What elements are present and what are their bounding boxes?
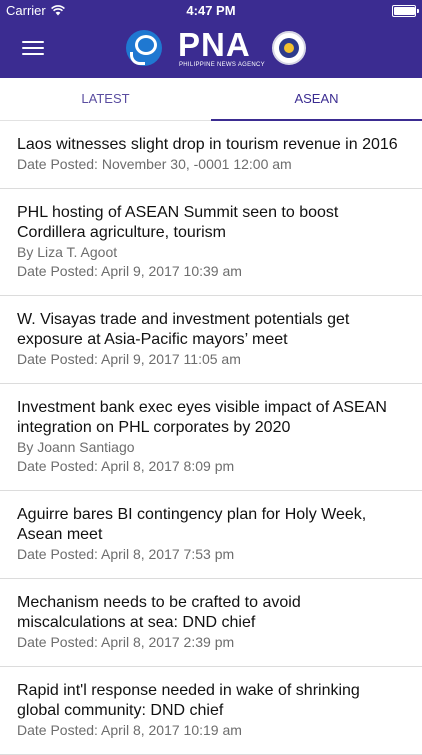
battery-icon	[392, 5, 419, 17]
tab-latest[interactable]: LATEST	[0, 78, 211, 120]
article-title: PHL hosting of ASEAN Summit seen to boos…	[17, 204, 339, 241]
article-title: Aguirre bares BI contingency plan for Ho…	[17, 506, 367, 543]
status-time: 4:47 PM	[186, 3, 236, 18]
article-item[interactable]: Laos witnesses slight drop in tourism re…	[0, 121, 422, 189]
nav-bar: PNA PHILIPPINE NEWS AGENCY	[0, 22, 422, 78]
pna-logo-icon	[126, 30, 162, 66]
article-date: Date Posted: April 8, 2017 8:09 pm	[17, 458, 235, 474]
article-author: By Joann Santiago	[17, 439, 135, 455]
tab-bar: LATEST ASEAN	[0, 78, 422, 121]
article-title: Rapid int'l response needed in wake of s…	[17, 682, 360, 719]
pna-logo: PNA PHILIPPINE NEWS AGENCY	[126, 26, 311, 74]
tab-asean[interactable]: ASEAN	[211, 78, 422, 121]
article-date: Date Posted: April 9, 2017 11:05 am	[17, 351, 241, 367]
article-item[interactable]: Mechanism needs to be crafted to avoid m…	[0, 579, 422, 667]
article-date: Date Posted: November 30, -0001 12:00 am	[17, 156, 292, 172]
article-author: By Liza T. Agoot	[17, 244, 118, 260]
article-item[interactable]: PHL hosting of ASEAN Summit seen to boos…	[0, 189, 422, 296]
article-date: Date Posted: April 8, 2017 7:53 pm	[17, 546, 235, 562]
government-seal-icon	[272, 31, 306, 65]
article-title: W. Visayas trade and investment potentia…	[17, 311, 350, 348]
article-item[interactable]: Aguirre bares BI contingency plan for Ho…	[0, 491, 422, 579]
status-bar: Carrier 4:47 PM	[0, 0, 422, 22]
article-title: Mechanism needs to be crafted to avoid m…	[17, 594, 301, 631]
article-title: Investment bank exec eyes visible impact…	[17, 399, 387, 436]
battery-fill	[394, 7, 415, 15]
article-item[interactable]: W. Visayas trade and investment potentia…	[0, 296, 422, 384]
article-item[interactable]: Rapid int'l response needed in wake of s…	[0, 667, 422, 755]
hamburger-menu-icon[interactable]	[22, 41, 44, 59]
article-date: Date Posted: April 8, 2017 10:19 am	[17, 722, 242, 738]
logo-subtitle: PHILIPPINE NEWS AGENCY	[179, 62, 265, 68]
logo-text: PNA	[178, 26, 251, 63]
article-date: Date Posted: April 9, 2017 10:39 am	[17, 263, 242, 279]
article-date: Date Posted: April 8, 2017 2:39 pm	[17, 634, 235, 650]
article-title: Laos witnesses slight drop in tourism re…	[17, 136, 398, 153]
article-list: Laos witnesses slight drop in tourism re…	[0, 121, 422, 755]
article-item[interactable]: Investment bank exec eyes visible impact…	[0, 384, 422, 491]
